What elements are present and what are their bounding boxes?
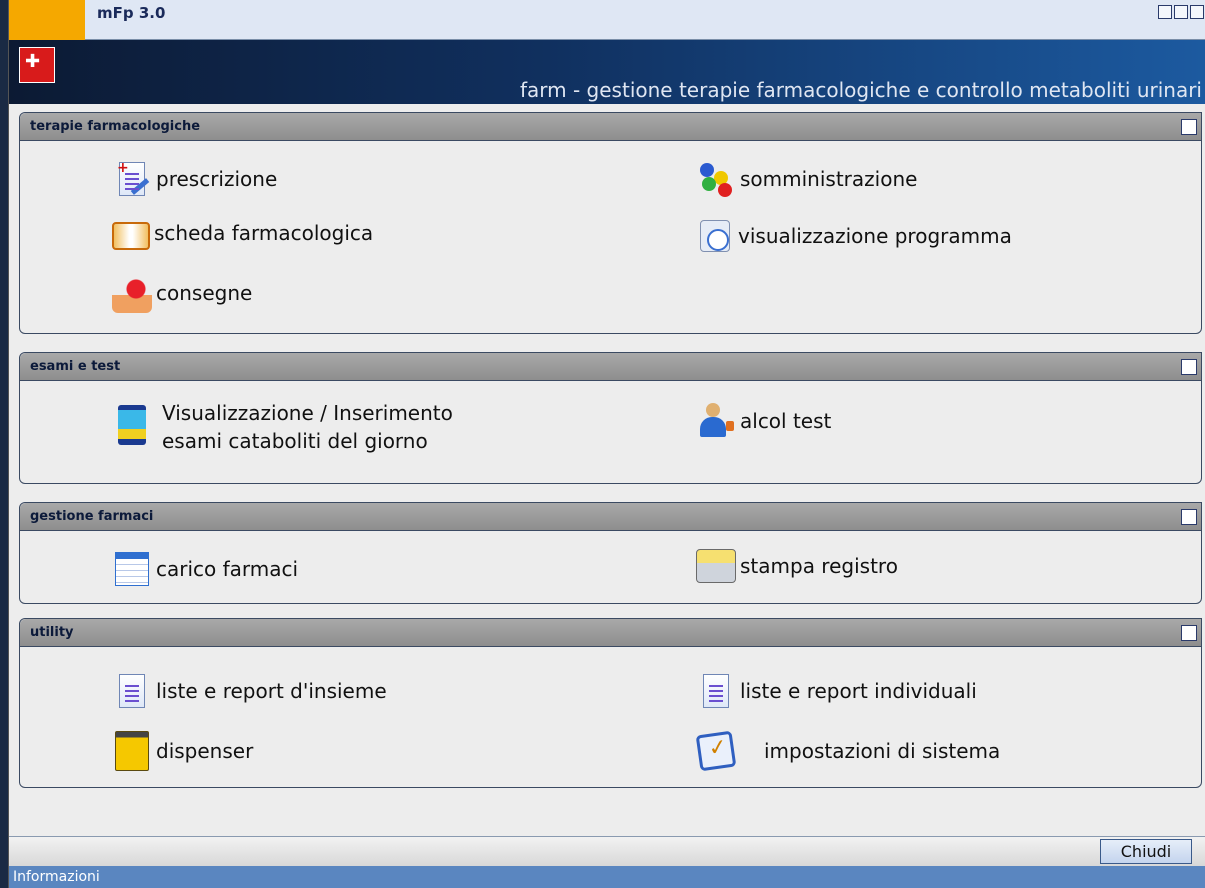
menu-item-label: prescrizione (156, 167, 278, 191)
delivery-hand-icon (112, 273, 152, 313)
section-terapie-farmacologiche: terapie farmacologiche + prescrizione so… (19, 112, 1202, 334)
section-collapse-button[interactable] (1181, 625, 1197, 641)
menu-item-label: impostazioni di sistema (764, 739, 1001, 763)
menu-item-label: visualizzazione programma (738, 224, 1012, 248)
printer-icon (696, 549, 736, 583)
menu-item-label: liste e report d'insieme (156, 679, 387, 703)
menu-item-label: alcol test (740, 409, 832, 433)
menu-item-carico-farmaci[interactable]: carico farmaci (112, 549, 298, 589)
section-header: esami e test (20, 353, 1201, 381)
app-window: mFp 3.0 ✚ farm - gestione terapie farmac… (8, 0, 1205, 888)
section-esami-e-test: esami e test Visualizzazione / Inserimen… (19, 352, 1202, 484)
section-title: esami e test (30, 359, 121, 374)
report-document-icon (119, 674, 145, 708)
menu-item-label: scheda farmacologica (154, 221, 374, 245)
menu-item-liste-report-insieme[interactable]: liste e report d'insieme (112, 671, 387, 711)
menu-item-visualizzazione-programma[interactable]: visualizzazione programma (696, 216, 1012, 256)
settings-check-icon (695, 730, 737, 772)
section-collapse-button[interactable] (1181, 119, 1197, 135)
menu-item-label: Visualizzazione / Inserimento (162, 401, 453, 425)
section-collapse-button[interactable] (1181, 509, 1197, 525)
section-header: utility (20, 619, 1201, 647)
section-gestione-farmaci: gestione farmaci carico farmaci stampa r… (19, 502, 1202, 604)
menu-item-label-line2: esami cataboliti del giorno (162, 429, 428, 453)
menu-item-somministrazione[interactable]: somministrazione (696, 159, 917, 199)
section-collapse-button[interactable] (1181, 359, 1197, 375)
schedule-clock-icon (700, 220, 730, 252)
menu-item-liste-report-individuali[interactable]: liste e report individuali (696, 671, 977, 711)
menu-item-label: liste e report individuali (740, 679, 977, 703)
banner-title: farm - gestione terapie farmacologiche e… (519, 78, 1202, 102)
menu-item-label: stampa registro (740, 554, 898, 578)
book-icon (112, 222, 150, 250)
menu-item-visualizzazione-inserimento[interactable]: Visualizzazione / Inserimento esami cata… (112, 399, 453, 455)
window-title: mFp 3.0 (97, 4, 166, 22)
close-button[interactable]: Chiudi (1100, 839, 1192, 864)
person-test-icon (696, 401, 736, 441)
section-header: terapie farmacologiche (20, 113, 1201, 141)
section-title: terapie farmacologiche (30, 119, 201, 134)
menu-item-impostazioni-sistema[interactable]: impostazioni di sistema (695, 730, 1001, 772)
menu-item-label: somministrazione (740, 167, 918, 191)
menu-item-scheda-farmacologica[interactable]: scheda farmacologica (112, 216, 373, 250)
menu-item-label: carico farmaci (156, 557, 299, 581)
section-header: gestione farmaci (20, 503, 1201, 531)
menu-item-stampa-registro[interactable]: stampa registro (696, 549, 898, 583)
minimize-button[interactable] (1158, 5, 1172, 19)
prescription-icon: + (117, 160, 150, 196)
maximize-button[interactable] (1174, 5, 1188, 19)
menu-item-consegne[interactable]: consegne (112, 273, 252, 313)
menu-item-prescrizione[interactable]: + prescrizione (112, 159, 277, 199)
section-utility: utility liste e report d'insieme liste e… (19, 618, 1202, 788)
close-window-button[interactable] (1190, 5, 1204, 19)
dispenser-icon (115, 731, 149, 771)
window-controls (1158, 5, 1204, 19)
bottom-toolbar: Chiudi (9, 836, 1205, 866)
app-banner: ✚ farm - gestione terapie farmacologiche… (9, 40, 1205, 104)
menu-item-alcol-test[interactable]: alcol test (696, 401, 831, 441)
menu-item-label: dispenser (156, 739, 254, 763)
report-document-icon (703, 674, 729, 708)
status-bar: Informazioni (9, 866, 1205, 888)
title-accent-tab (9, 0, 85, 40)
title-bar[interactable]: mFp 3.0 (9, 0, 1205, 40)
section-title: gestione farmaci (30, 509, 154, 524)
menu-item-dispenser[interactable]: dispenser (112, 731, 253, 771)
administration-icon (696, 159, 736, 199)
status-text: Informazioni (13, 869, 100, 885)
app-logo-icon: ✚ (19, 47, 55, 83)
sample-jar-icon (118, 405, 146, 445)
drug-load-icon (115, 552, 149, 586)
menu-item-label: consegne (156, 281, 253, 305)
section-title: utility (30, 625, 74, 640)
